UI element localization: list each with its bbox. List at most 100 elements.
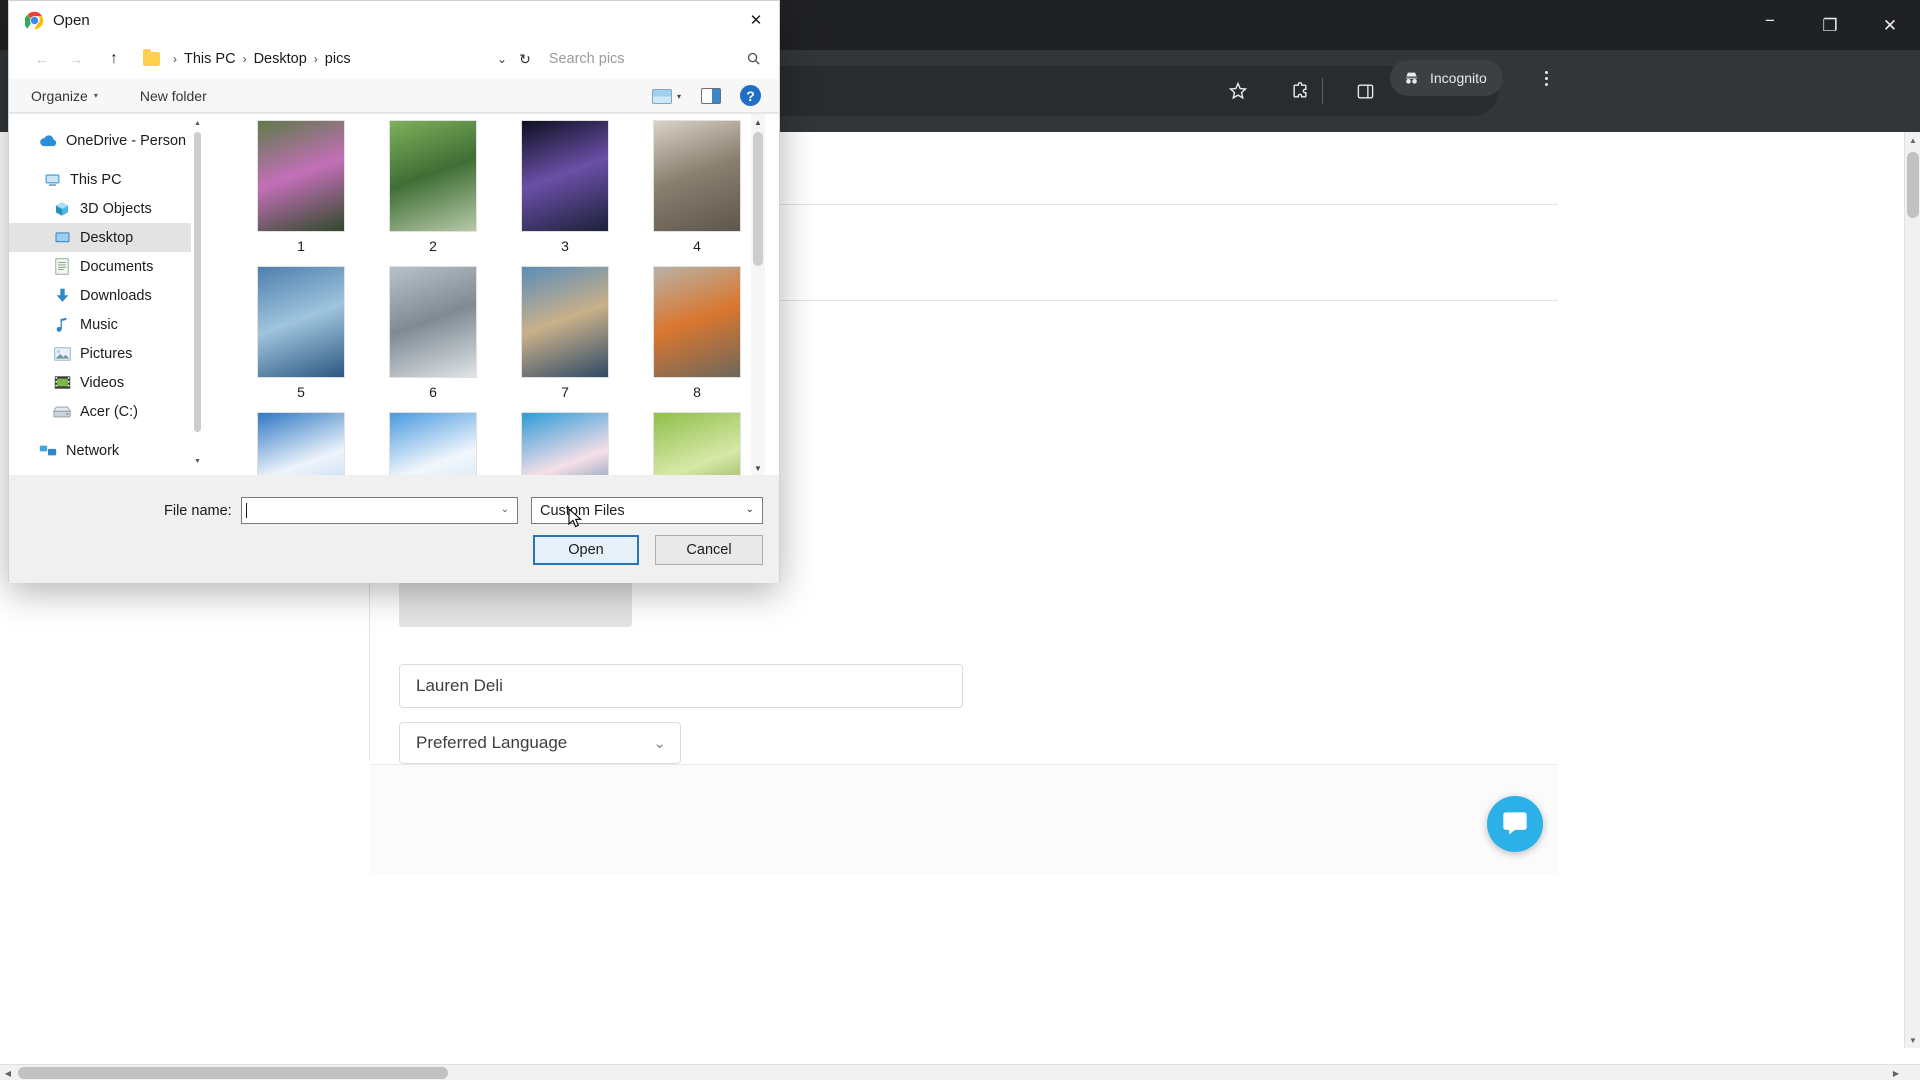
- nav-scroll-thumb[interactable]: [194, 132, 201, 432]
- file-thumbnail-item[interactable]: 11: [499, 412, 631, 476]
- dialog-title: Open: [53, 12, 90, 29]
- files-scroll-up-arrow[interactable]: ▲: [751, 114, 765, 130]
- this-pc-icon: [43, 171, 61, 189]
- breadcrumb-item-desktop[interactable]: Desktop: [254, 51, 307, 67]
- thumbnail-image: [521, 266, 609, 378]
- thumbnail-label: 2: [429, 238, 437, 254]
- scroll-up-arrow[interactable]: ▲: [1905, 132, 1920, 148]
- cancel-label: Cancel: [686, 542, 731, 558]
- scroll-right-arrow[interactable]: ▶: [1888, 1065, 1904, 1081]
- sidebar-item-pictures[interactable]: Pictures: [9, 339, 204, 368]
- chrome-menu-button[interactable]: [1528, 60, 1564, 96]
- bookmark-star-icon[interactable]: [1213, 66, 1263, 116]
- file-thumbnail-item[interactable]: 10: [367, 412, 499, 476]
- organize-button[interactable]: Organize ▾: [31, 88, 98, 104]
- sidebar-item-network[interactable]: Network: [9, 436, 204, 465]
- sidebar-item-label: OneDrive - Person: [66, 133, 186, 149]
- sidebar-item-acer-c[interactable]: Acer (C:): [9, 397, 204, 426]
- thumbnail-label: 5: [297, 384, 305, 400]
- refresh-icon[interactable]: ↻: [519, 51, 531, 68]
- dialog-title-bar: Open ✕: [9, 1, 779, 39]
- toolbar-divider: [1322, 78, 1323, 104]
- up-one-level-button[interactable]: ↑: [99, 44, 129, 74]
- window-close-button[interactable]: ✕: [1860, 0, 1920, 50]
- file-thumbnail-item[interactable]: 12: [631, 412, 763, 476]
- sidebar-item-videos[interactable]: Videos: [9, 368, 204, 397]
- chevron-down-icon: ⌄: [653, 734, 666, 752]
- file-thumbnail-item[interactable]: 1: [235, 120, 367, 266]
- extensions-icon[interactable]: [1275, 66, 1325, 116]
- file-thumbnail-item[interactable]: 2: [367, 120, 499, 266]
- file-thumbnail-item[interactable]: 4: [631, 120, 763, 266]
- sidebar-item-3d-objects[interactable]: 3D Objects: [9, 194, 204, 223]
- incognito-indicator[interactable]: Incognito: [1390, 60, 1503, 96]
- file-list-scrollbar[interactable]: ▲ ▼: [751, 114, 765, 476]
- page-horizontal-scrollbar[interactable]: ◀ ▶: [0, 1064, 1920, 1080]
- file-list-pane[interactable]: 123456789101112 ▲ ▼: [205, 114, 765, 476]
- help-label: ?: [746, 88, 755, 104]
- window-minimize-button[interactable]: −: [1740, 0, 1800, 50]
- thumbnail-image: [389, 412, 477, 476]
- chevron-down-icon[interactable]: ⌄: [501, 504, 509, 515]
- sidebar-item-label: Music: [80, 317, 118, 333]
- scroll-thumb-vertical[interactable]: [1907, 152, 1919, 218]
- dialog-toolbar: Organize ▾ New folder ▾ ?: [9, 79, 779, 113]
- sidebar-item-documents[interactable]: Documents: [9, 252, 204, 281]
- drive-icon: [53, 403, 71, 421]
- sidebar-item-music[interactable]: Music: [9, 310, 204, 339]
- view-options-button[interactable]: ▾: [652, 86, 681, 106]
- sidebar-item-desktop[interactable]: Desktop: [9, 223, 204, 252]
- breadcrumb[interactable]: › This PC › Desktop › pics: [143, 46, 491, 72]
- onedrive-cloud-icon: [39, 132, 57, 150]
- file-thumbnail-item[interactable]: 9: [235, 412, 367, 476]
- file-name-input[interactable]: ⌄: [241, 497, 518, 524]
- file-thumbnail-item[interactable]: 6: [367, 266, 499, 412]
- maximize-icon: ❐: [1822, 17, 1837, 34]
- file-thumbnail-item[interactable]: 5: [235, 266, 367, 412]
- sidebar-item-onedrive[interactable]: OneDrive - Person: [9, 126, 204, 155]
- file-thumbnail-item[interactable]: 3: [499, 120, 631, 266]
- sidebar-item-this-pc[interactable]: This PC: [9, 165, 204, 194]
- files-scroll-thumb[interactable]: [753, 132, 763, 266]
- thumbnail-image: [653, 412, 741, 476]
- sidebar-item-downloads[interactable]: Downloads: [9, 281, 204, 310]
- pictures-icon: [53, 345, 71, 363]
- new-folder-button[interactable]: New folder: [140, 88, 207, 104]
- thumbnail-image: [389, 120, 477, 232]
- nav-pane-scrollbar[interactable]: ▲ ▼: [191, 114, 204, 476]
- files-scroll-down-arrow[interactable]: ▼: [751, 460, 765, 476]
- sidebar-item-label: Downloads: [80, 288, 152, 304]
- scroll-thumb-horizontal[interactable]: [18, 1067, 448, 1079]
- page-vertical-scrollbar[interactable]: ▲ ▼: [1904, 132, 1920, 1048]
- sidebar-item-label: This PC: [70, 172, 122, 188]
- navigation-pane: OneDrive - Person This PC: [9, 114, 204, 476]
- file-thumbnail-item[interactable]: 8: [631, 266, 763, 412]
- breadcrumb-dropdown-icon[interactable]: ⌄: [497, 52, 507, 66]
- chat-support-button[interactable]: [1487, 796, 1543, 852]
- thumbnail-label: 1: [297, 238, 305, 254]
- thumbnail-image: [389, 266, 477, 378]
- preview-pane-button[interactable]: [701, 86, 721, 106]
- open-button[interactable]: Open: [533, 535, 639, 565]
- search-input[interactable]: Search pics: [549, 51, 763, 67]
- scroll-down-arrow[interactable]: ▼: [1905, 1032, 1920, 1048]
- back-button[interactable]: ←: [27, 44, 57, 74]
- forward-button[interactable]: →: [61, 44, 91, 74]
- file-type-select[interactable]: Custom Files ⌄: [531, 497, 763, 524]
- nav-scroll-down-arrow[interactable]: ▼: [191, 454, 204, 468]
- file-thumbnail-item[interactable]: 7: [499, 266, 631, 412]
- preferred-language-select[interactable]: Preferred Language ⌄: [399, 722, 681, 764]
- breadcrumb-item-this-pc[interactable]: This PC: [184, 51, 236, 67]
- cancel-button[interactable]: Cancel: [655, 535, 763, 565]
- full-name-field[interactable]: Lauren Deli: [399, 664, 963, 708]
- thumbnail-label: 3: [561, 238, 569, 254]
- side-panel-icon[interactable]: [1340, 66, 1390, 116]
- nav-scroll-up-arrow[interactable]: ▲: [191, 116, 204, 130]
- dialog-navigation-bar: ← → ↑ › This PC › Desktop › pics ⌄ ↻ Sea…: [9, 39, 779, 79]
- breadcrumb-item-pics[interactable]: pics: [325, 51, 351, 67]
- scroll-left-arrow[interactable]: ◀: [0, 1065, 16, 1081]
- dialog-close-button[interactable]: ✕: [733, 1, 779, 39]
- window-maximize-button[interactable]: ❐: [1800, 0, 1860, 50]
- desktop-icon: [53, 229, 71, 247]
- help-button[interactable]: ?: [740, 85, 761, 106]
